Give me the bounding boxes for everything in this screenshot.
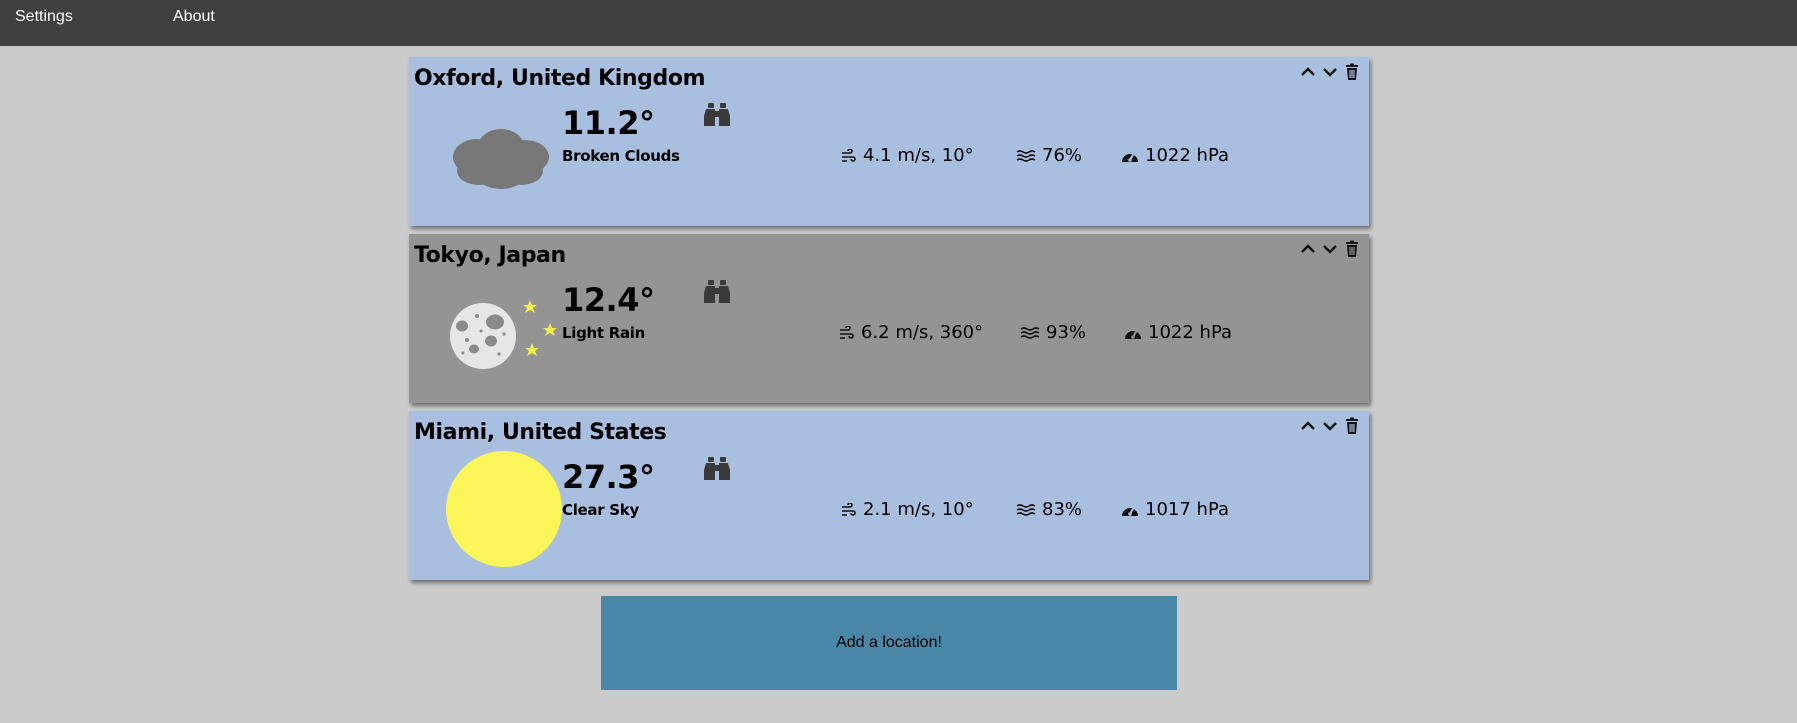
- wind-stat: 2.1 m/s, 10°: [841, 499, 974, 520]
- humidity-waves-icon: [1016, 503, 1036, 516]
- temperature: 11.2°: [562, 104, 655, 142]
- nav-settings-link[interactable]: Settings: [15, 8, 73, 26]
- pressure-gauge-icon: [1125, 329, 1141, 339]
- city-name: Tokyo, Japan: [414, 243, 566, 268]
- moon-icon: [450, 300, 557, 369]
- pressure-gauge-icon: [1122, 152, 1138, 162]
- humidity-value: 93%: [1046, 322, 1087, 343]
- add-location-button[interactable]: Add a location!: [601, 596, 1177, 690]
- trash-icon[interactable]: [1343, 417, 1361, 435]
- wind-icon: [842, 148, 856, 162]
- move-up-icon[interactable]: [1299, 417, 1317, 435]
- move-down-icon[interactable]: [1321, 240, 1339, 258]
- location-card-miami: Miami, United States 27.3° Clear Sky 2.1…: [409, 411, 1369, 580]
- wind-icon: [842, 502, 856, 516]
- wind-stat: 4.1 m/s, 10°: [841, 145, 974, 166]
- binoculars-icon[interactable]: [703, 102, 731, 128]
- trash-icon[interactable]: [1343, 240, 1361, 258]
- move-up-icon[interactable]: [1299, 63, 1317, 81]
- binoculars-icon[interactable]: [703, 279, 731, 305]
- move-down-icon[interactable]: [1321, 63, 1339, 81]
- move-down-icon[interactable]: [1321, 417, 1339, 435]
- sun-icon: [446, 451, 562, 567]
- weather-description: Light Rain: [562, 324, 646, 342]
- weather-description: Broken Clouds: [562, 147, 680, 165]
- pressure-value: 1022 hPa: [1148, 322, 1233, 343]
- nav-about-link[interactable]: About: [173, 8, 215, 26]
- pressure-value: 1022 hPa: [1145, 145, 1230, 166]
- humidity-stat: 76%: [1016, 145, 1082, 166]
- humidity-waves-icon: [1020, 326, 1040, 339]
- binoculars-icon[interactable]: [703, 456, 731, 482]
- humidity-value: 83%: [1042, 499, 1083, 520]
- wind-value: 6.2 m/s, 360°: [861, 322, 984, 343]
- pressure-stat: 1022 hPa: [1124, 322, 1232, 343]
- wind-value: 2.1 m/s, 10°: [863, 499, 974, 520]
- location-card-oxford: Oxford, United Kingdom 11.2° Broken Clou…: [409, 57, 1369, 226]
- trash-icon[interactable]: [1343, 63, 1361, 81]
- humidity-value: 76%: [1042, 145, 1083, 166]
- temperature: 27.3°: [562, 458, 655, 496]
- wind-value: 4.1 m/s, 10°: [863, 145, 974, 166]
- pressure-value: 1017 hPa: [1145, 499, 1230, 520]
- add-location-label: Add a location!: [836, 634, 942, 651]
- weather-description: Clear Sky: [562, 501, 639, 519]
- pressure-stat: 1022 hPa: [1121, 145, 1229, 166]
- move-up-icon[interactable]: [1299, 240, 1317, 258]
- top-nav-bar: Settings About: [0, 0, 1797, 46]
- city-name: Miami, United States: [414, 420, 667, 445]
- humidity-stat: 93%: [1020, 322, 1086, 343]
- wind-stat: 6.2 m/s, 360°: [839, 322, 983, 343]
- wind-icon: [840, 325, 854, 339]
- city-name: Oxford, United Kingdom: [414, 66, 706, 91]
- temperature: 12.4°: [562, 281, 655, 319]
- cloud-icon: [453, 129, 549, 189]
- location-card-tokyo: Tokyo, Japan 12.4° Light Rain 6.2 m/s, 3…: [409, 234, 1369, 403]
- humidity-waves-icon: [1016, 149, 1036, 162]
- humidity-stat: 83%: [1016, 499, 1082, 520]
- pressure-stat: 1017 hPa: [1121, 499, 1229, 520]
- pressure-gauge-icon: [1122, 506, 1138, 516]
